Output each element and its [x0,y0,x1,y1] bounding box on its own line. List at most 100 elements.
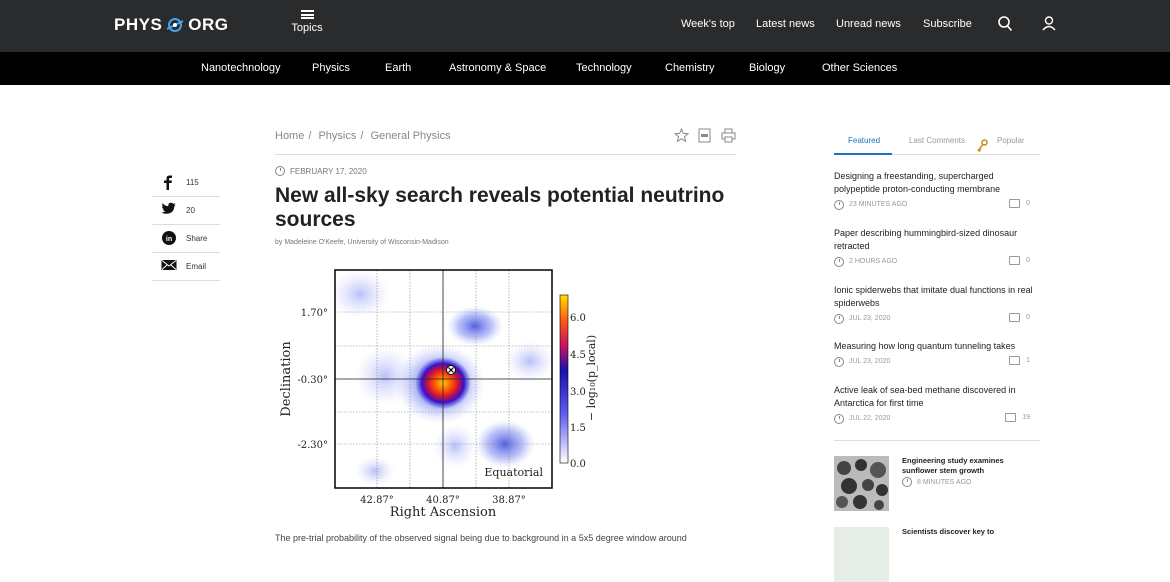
category-biology[interactable]: Biology [749,62,785,74]
comment-icon [1009,256,1021,265]
source-marker-icon [446,365,456,375]
linkedin-label: Share [186,234,208,243]
category-bar: Nanotechnology Physics Earth Astronomy &… [0,52,1170,85]
comment-count: 0 [1026,314,1030,321]
breadcrumb-physics[interactable]: Physics [318,130,356,142]
cbar-tick-4: 1.5 [570,423,586,434]
category-earth[interactable]: Earth [385,62,411,74]
breadcrumb-general-physics[interactable]: General Physics [371,130,451,142]
breadcrumb-home[interactable]: Home [275,130,304,142]
map-blob [335,270,390,318]
news-title[interactable]: Ionic spiderwebs that imitate dual funct… [834,284,1040,310]
comment-count: 0 [1026,257,1030,264]
tab-active-indicator [834,153,892,155]
comment-icon [1009,199,1021,208]
twitter-share[interactable]: 20 [152,196,220,225]
thumb-news-time: 8 MINUTES AGO [917,478,972,486]
news-title[interactable]: Designing a freestanding, supercharged p… [834,170,1040,196]
clock-icon [834,413,844,424]
colorbar [559,294,569,464]
xtick-3: 38.87° [492,495,526,506]
comment-icon [1009,313,1021,322]
thumbnail-image [834,527,889,582]
nav-unread-news[interactable]: Unread news [836,18,901,30]
facebook-count: 115 [186,178,199,187]
map-blob [355,456,395,486]
divider [834,440,1040,441]
news-title[interactable]: Paper describing hummingbird-sized dinos… [834,227,1040,253]
category-other-sciences[interactable]: Other Sciences [822,62,897,74]
bookmark-star-icon[interactable] [673,127,690,148]
news-item[interactable]: Ionic spiderwebs that imitate dual funct… [834,284,1040,324]
cbar-tick-3: 3.0 [570,387,586,398]
comment-icon [1005,413,1017,422]
twitter-count: 20 [186,206,195,215]
news-item[interactable]: Active leak of sea-bed methane discovere… [834,384,1040,424]
clock-icon [834,356,844,367]
thumbnail-image [834,456,889,511]
email-icon [161,258,177,277]
clock-icon [834,256,844,267]
map-blob [433,424,477,468]
news-item[interactable]: Designing a freestanding, supercharged p… [834,170,1040,210]
user-icon[interactable] [1041,15,1057,38]
nav-latest-news[interactable]: Latest news [756,18,815,30]
clock-icon [834,313,844,324]
pdf-icon[interactable] [698,128,711,148]
logo-text-right: ORG [188,15,229,34]
divider [275,154,736,155]
nav-subscribe[interactable]: Subscribe [923,18,972,30]
category-nanotechnology[interactable]: Nanotechnology [201,62,281,74]
ytick-1: 1.70° [301,308,328,319]
topics-label: Topics [291,22,323,34]
news-item[interactable]: Paper describing hummingbird-sized dinos… [834,227,1040,267]
search-icon[interactable] [997,15,1013,38]
ytick-2: -0.30° [297,375,328,386]
email-share[interactable]: Email [152,252,220,281]
news-title[interactable]: Active leak of sea-bed methane discovere… [834,384,1040,410]
nav-weeks-top[interactable]: Week's top [681,18,735,30]
print-icon[interactable] [721,128,736,148]
ytick-3: -2.30° [297,440,328,451]
cbar-tick-2: 4.5 [570,350,586,361]
tab-featured[interactable]: Featured [848,136,880,145]
news-title[interactable]: Measuring how long quantum tunneling tak… [834,340,1040,353]
clock-icon [902,477,912,487]
sidebar-tabs: Featured Last Comments Popular [834,136,1040,155]
xtick-1: 42.87° [360,495,394,506]
colorbar-label: − log₁₀(p_local) [585,335,598,421]
news-time: JUL 22, 2020 [849,415,891,422]
top-bar: PHYS ORG Topics Week's top Latest news U… [0,0,1170,52]
linkedin-share[interactable]: in Share [152,224,220,253]
category-physics[interactable]: Physics [312,62,350,74]
category-astronomy-space[interactable]: Astronomy & Space [449,62,546,74]
logo-globe-icon [165,15,185,35]
clock-icon [834,199,844,210]
key-icon [976,139,988,158]
site-logo[interactable]: PHYS ORG [114,15,229,35]
comment-count: 0 [1026,200,1030,207]
article-date: FEBRUARY 17, 2020 [275,166,367,176]
facebook-share[interactable]: 115 [152,168,220,197]
twitter-icon [161,202,177,221]
thumb-news-title[interactable]: Scientists discover key to [902,527,1022,537]
logo-text-left: PHYS [114,15,163,34]
linkedin-icon: in [161,230,177,251]
topics-menu-button[interactable]: Topics [291,10,323,34]
article-figure: Equatorial 1.70° -0.30° -2.30° 42.87° 40… [279,269,598,520]
x-axis-label: Right Ascension [390,505,497,520]
comment-count: 1 [1026,357,1030,364]
news-item[interactable]: Measuring how long quantum tunneling tak… [834,340,1040,367]
facebook-icon [161,174,175,195]
article-body-start: The pre-trial probability of the observe… [275,533,687,543]
comment-count: 19 [1022,414,1030,421]
svg-text:in: in [166,236,172,243]
category-chemistry[interactable]: Chemistry [665,62,715,74]
map-blob [505,341,552,381]
y-axis-label: Declination [279,341,294,417]
thumb-news-title[interactable]: Engineering study examines sunflower ste… [902,456,1022,476]
category-technology[interactable]: Technology [576,62,632,74]
cbar-tick-1: 6.0 [570,313,586,324]
tab-popular[interactable]: Popular [997,136,1025,145]
tab-last-comments[interactable]: Last Comments [909,136,965,145]
